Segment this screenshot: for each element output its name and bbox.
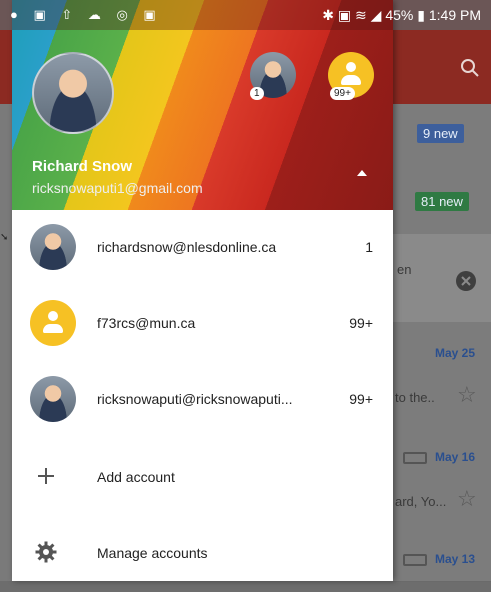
account-email: f73rcs@mun.ca bbox=[97, 315, 196, 331]
drawer-header[interactable]: 1 99+ Richard Snow ricksnowaputi1@gmail.… bbox=[12, 0, 393, 210]
snippet-text: en bbox=[397, 262, 412, 277]
add-account-label: Add account bbox=[97, 469, 175, 485]
add-account-button[interactable]: Add account bbox=[12, 440, 393, 516]
snippet-text: ard, Yo... bbox=[395, 494, 447, 509]
list-item[interactable]: 9 new bbox=[393, 104, 491, 167]
clock: 1:49 PM bbox=[428, 7, 481, 23]
list-item[interactable]: May 16 ard, Yo... ☆ bbox=[393, 422, 491, 523]
account-item[interactable]: f73rcs@mun.ca 99+ bbox=[12, 286, 393, 362]
manage-accounts-label: Manage accounts bbox=[97, 545, 208, 561]
account-unread-count: 1 bbox=[250, 87, 264, 100]
list-item[interactable]: en bbox=[393, 234, 491, 323]
star-icon[interactable]: ☆ bbox=[457, 486, 477, 512]
email-date: May 25 bbox=[435, 346, 476, 360]
plus-icon bbox=[38, 468, 54, 484]
account-name: Richard Snow bbox=[32, 158, 133, 175]
search-icon[interactable] bbox=[460, 58, 480, 78]
list-item[interactable]: May 13 bbox=[393, 522, 491, 582]
arrow-mark: ➘ bbox=[0, 232, 9, 243]
account-email: richardsnow@nlesdonline.ca bbox=[97, 239, 277, 255]
new-count-badge: 9 new bbox=[417, 124, 464, 143]
star-icon[interactable]: ☆ bbox=[457, 382, 477, 408]
current-account-avatar[interactable] bbox=[32, 52, 114, 134]
dismiss-icon[interactable] bbox=[455, 270, 477, 292]
bluetooth-icon: ✱ bbox=[322, 7, 335, 23]
status-bar: ● ▣ ⇧ ☁ ◎ ▣ ✱ ▣ ≋ ◢ 45% ▮ 1:49 PM bbox=[0, 0, 491, 30]
label-icon bbox=[403, 554, 427, 566]
account-avatar bbox=[30, 224, 76, 270]
email-date: May 13 bbox=[435, 552, 476, 566]
battery-icon: ▮ bbox=[417, 7, 425, 23]
account-item[interactable]: ricksnowaputi@ricksnowaputi... 99+ bbox=[12, 362, 393, 438]
wifi-icon: ≋ bbox=[355, 7, 367, 23]
account-switch-caret-icon[interactable] bbox=[357, 170, 367, 176]
snippet-text: to the.. bbox=[395, 390, 435, 405]
default-avatar-icon bbox=[30, 300, 76, 346]
nfc-icon: ▣ bbox=[337, 7, 352, 23]
account-unread-count: 99+ bbox=[330, 87, 355, 100]
list-item[interactable]: 81 new bbox=[393, 166, 491, 235]
account-unread-count: 99+ bbox=[349, 391, 373, 407]
gear-icon bbox=[35, 541, 57, 563]
account-email: ricksnowaputi1@gmail.com bbox=[32, 180, 203, 196]
signal-icon: ◢ bbox=[370, 7, 382, 23]
status-right: ✱ ▣ ≋ ◢ 45% ▮ 1:49 PM bbox=[322, 7, 481, 24]
account-drawer: 1 99+ Richard Snow ricksnowaputi1@gmail.… bbox=[12, 0, 393, 581]
account-email: ricksnowaputi@ricksnowaputi... bbox=[97, 391, 293, 407]
account-item[interactable]: richardsnow@nlesdonline.ca 1 bbox=[12, 210, 393, 286]
account-avatar bbox=[30, 376, 76, 422]
battery-percent: 45% bbox=[385, 7, 414, 23]
label-icon bbox=[403, 452, 427, 464]
notification-icons: ● ▣ ⇧ ☁ ◎ ▣ bbox=[10, 7, 162, 22]
account-unread-count: 99+ bbox=[349, 315, 373, 331]
new-count-badge: 81 new bbox=[415, 192, 469, 211]
email-date: May 16 bbox=[435, 450, 476, 464]
account-unread-count: 1 bbox=[365, 239, 373, 255]
list-item[interactable]: May 25 to the.. ☆ bbox=[393, 322, 491, 423]
